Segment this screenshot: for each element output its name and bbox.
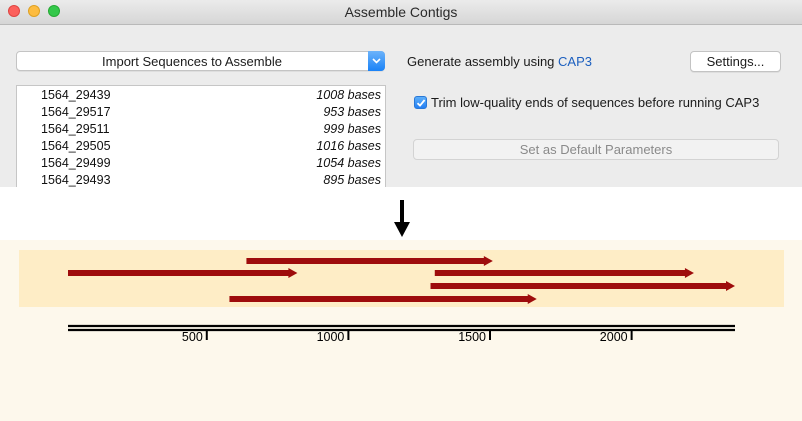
sequence-length: 1016 bases bbox=[316, 139, 381, 153]
cap3-link[interactable]: CAP3 bbox=[558, 54, 592, 69]
ruler-tick-label: 1000 bbox=[317, 330, 345, 344]
list-item[interactable]: 1564_29511 999 bases bbox=[17, 121, 385, 138]
import-sequences-label: Import Sequences to Assemble bbox=[102, 54, 282, 69]
list-item[interactable]: 1564_29493 895 bases bbox=[17, 172, 385, 187]
generate-assembly-label: Generate assembly using CAP3 bbox=[407, 54, 592, 69]
assembly-track: 500 1000 1500 2000 bbox=[68, 256, 735, 344]
title-bar: Assemble Contigs bbox=[0, 0, 802, 25]
settings-button[interactable]: Settings... bbox=[690, 51, 781, 72]
sequence-name: 1564_29493 bbox=[41, 173, 111, 187]
read-arrow bbox=[68, 268, 298, 278]
sequence-name: 1564_29517 bbox=[41, 105, 111, 119]
ruler-tick-label: 2000 bbox=[600, 330, 628, 344]
set-default-parameters-button[interactable]: Set as Default Parameters bbox=[413, 139, 779, 160]
generate-assembly-prefix: Generate assembly using bbox=[407, 54, 559, 69]
ruler-tick-label: 500 bbox=[182, 330, 203, 344]
down-arrow-icon bbox=[394, 200, 410, 237]
read-arrow bbox=[229, 294, 537, 304]
sequence-list[interactable]: 1564_29439 1008 bases 1564_29517 953 bas… bbox=[16, 85, 386, 187]
read-arrow bbox=[246, 256, 493, 266]
sequence-name: 1564_29505 bbox=[41, 139, 111, 153]
sequence-length: 1008 bases bbox=[316, 88, 381, 102]
popup-chevron-icon[interactable] bbox=[368, 51, 385, 71]
list-item[interactable]: 1564_29517 953 bases bbox=[17, 104, 385, 121]
trim-ends-checkbox[interactable] bbox=[414, 96, 427, 109]
sequence-length: 1054 bases bbox=[316, 156, 381, 170]
import-sequences-popup[interactable]: Import Sequences to Assemble bbox=[16, 51, 385, 71]
sequence-name: 1564_29439 bbox=[41, 88, 111, 102]
sequence-length: 999 bases bbox=[323, 122, 381, 136]
sequence-length: 895 bases bbox=[323, 173, 381, 187]
trim-ends-label[interactable]: Trim low-quality ends of sequences befor… bbox=[431, 95, 759, 110]
assemble-contigs-dialog: Assemble Contigs Import Sequences to Ass… bbox=[0, 0, 802, 187]
assembly-view: 500 1000 1500 2000 bbox=[0, 240, 802, 421]
read-arrow bbox=[434, 268, 694, 278]
ruler-tick-label: 1500 bbox=[458, 330, 486, 344]
sequence-name: 1564_29511 bbox=[41, 122, 110, 136]
sequence-name: 1564_29499 bbox=[41, 156, 111, 170]
list-item[interactable]: 1564_29499 1054 bases bbox=[17, 155, 385, 172]
window-title: Assemble Contigs bbox=[344, 4, 458, 20]
list-item[interactable]: 1564_29505 1016 bases bbox=[17, 138, 385, 155]
checkmark-icon bbox=[416, 99, 426, 107]
sequence-length: 953 bases bbox=[323, 105, 381, 119]
list-item[interactable]: 1564_29439 1008 bases bbox=[17, 87, 385, 104]
read-arrow bbox=[430, 281, 735, 291]
